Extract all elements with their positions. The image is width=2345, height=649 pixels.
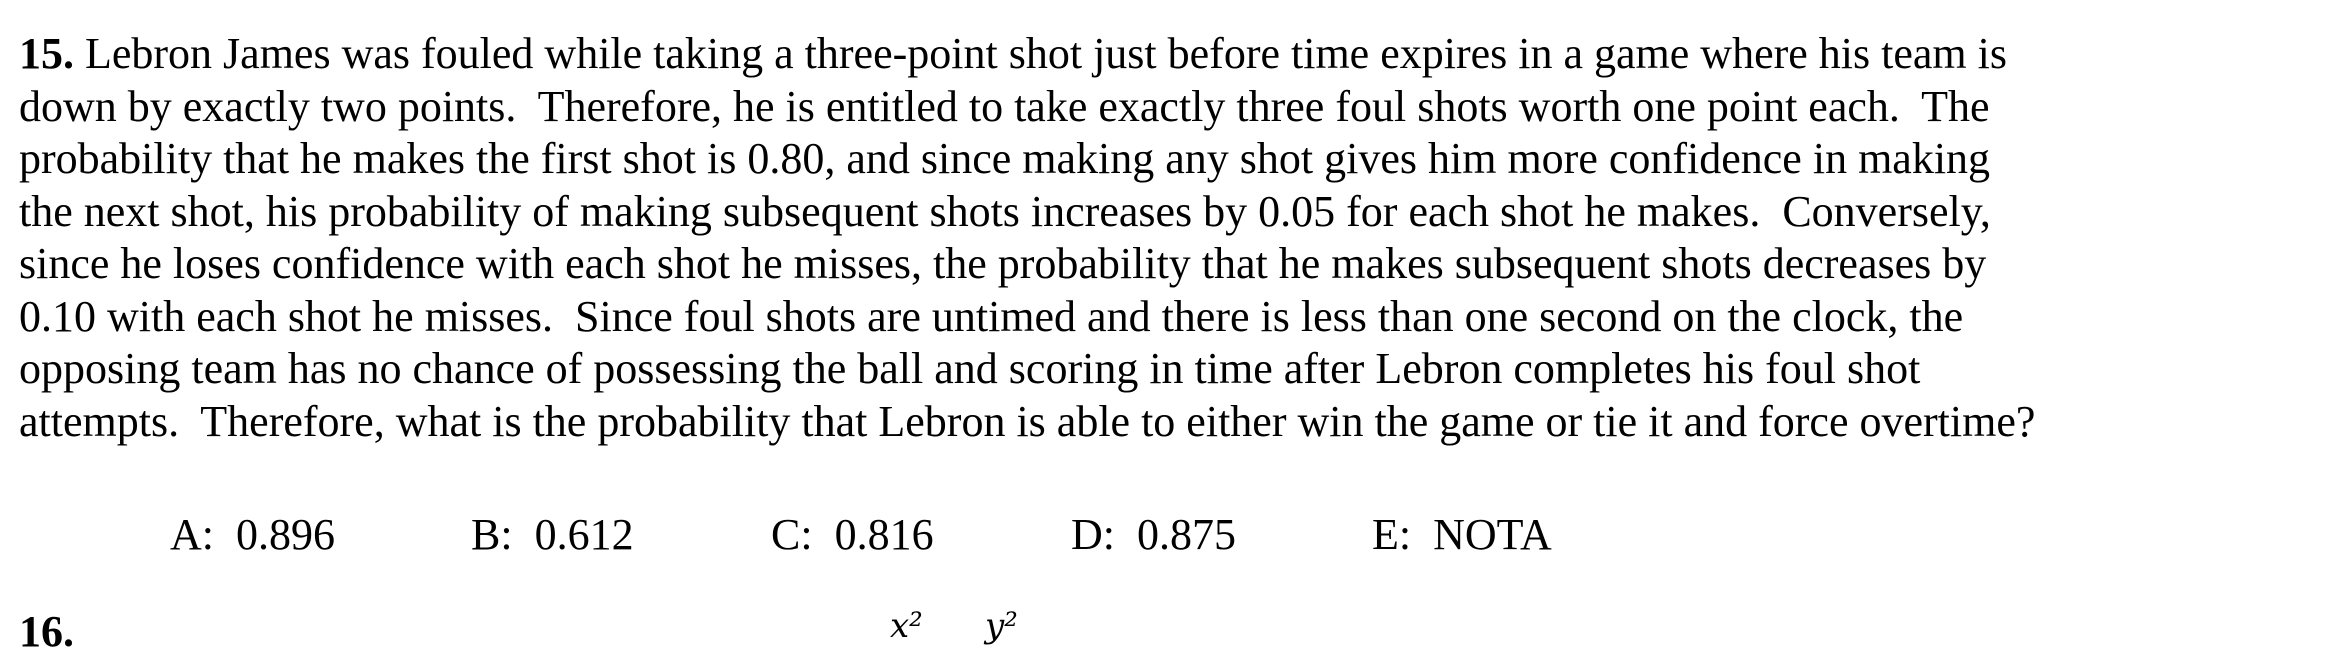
problem-line: attempts. Therefore, what is the probabi… <box>19 396 2036 446</box>
problem-number: 15. <box>19 29 74 78</box>
problem-line: 0.10 with each shot he misses. Since fou… <box>19 291 1964 341</box>
problem-line: probability that he makes the first shot… <box>19 134 1991 183</box>
choice-c[interactable]: C: 0.816 <box>771 507 934 563</box>
choice-a[interactable]: A: 0.896 <box>170 507 335 563</box>
problem-text: Lebron James was fouled while taking a t… <box>74 29 2007 78</box>
problem-line: the next shot, his probability of making… <box>19 186 1991 236</box>
fraction-numerator-y: y² <box>985 606 1018 646</box>
choice-d[interactable]: D: 0.875 <box>1071 507 1236 563</box>
problem-line: since he loses confidence with each shot… <box>19 239 1987 288</box>
fraction-numerator-x: x² <box>890 606 923 646</box>
problem-15: 15. Lebron James was fouled while taking… <box>19 28 2319 448</box>
choice-e[interactable]: E: NOTA <box>1372 507 1552 563</box>
problem-16-number: 16. <box>19 607 74 649</box>
answer-choices: A: 0.896 B: 0.612 C: 0.816 D: 0.875 E: N… <box>0 507 2345 563</box>
choice-b[interactable]: B: 0.612 <box>471 507 634 563</box>
problem-16-partial: 16. <box>19 606 2339 649</box>
problem-line: down by exactly two points. Therefore, h… <box>19 81 1990 131</box>
problem-16-text: 16. <box>19 606 74 649</box>
problem-line: opposing team has no chance of possessin… <box>19 344 1921 393</box>
problem-line: 15. Lebron James was fouled while taking… <box>19 28 2319 81</box>
